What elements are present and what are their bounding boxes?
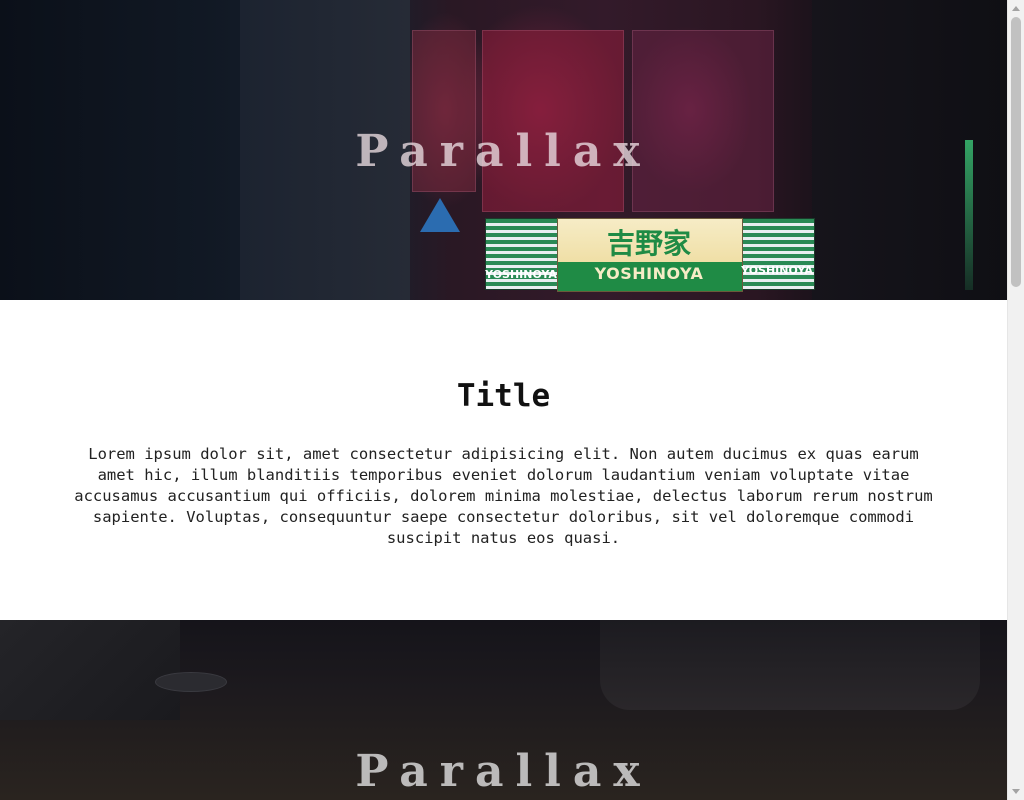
scroll-up-arrow-icon[interactable] [1012, 6, 1020, 11]
store-sign-name: YOSHINOYA [594, 264, 704, 283]
store-sign-kanji: 吉野家 [606, 227, 691, 260]
parallax-hero-top: 吉野家 YOSHINOYA YOSHINOYA YOSHINOYA Parall… [0, 0, 1007, 300]
scroll-down-arrow-icon[interactable] [1012, 789, 1020, 794]
vertical-scrollbar[interactable] [1007, 0, 1024, 800]
page: 吉野家 YOSHINOYA YOSHINOYA YOSHINOYA Parall… [0, 0, 1007, 800]
store-sign-side-left: YOSHINOYA [485, 268, 557, 281]
section-paragraph: Lorem ipsum dolor sit, amet consectetur … [74, 445, 933, 547]
content-section: Title Lorem ipsum dolor sit, amet consec… [0, 300, 1007, 620]
hero-title-bottom: Parallax [355, 746, 652, 797]
sidewalk-curb [0, 620, 180, 720]
store-sign-side-right: YOSHINOYA [741, 264, 813, 277]
parked-car [600, 620, 980, 710]
pedestrian-sign-icon [420, 198, 460, 232]
hero-title-top: Parallax [355, 126, 652, 177]
billboard-right [632, 30, 774, 212]
scrollbar-thumb[interactable] [1011, 17, 1021, 287]
manhole-cover [155, 672, 227, 692]
section-title: Title [456, 378, 551, 414]
billboard-center [482, 30, 624, 212]
